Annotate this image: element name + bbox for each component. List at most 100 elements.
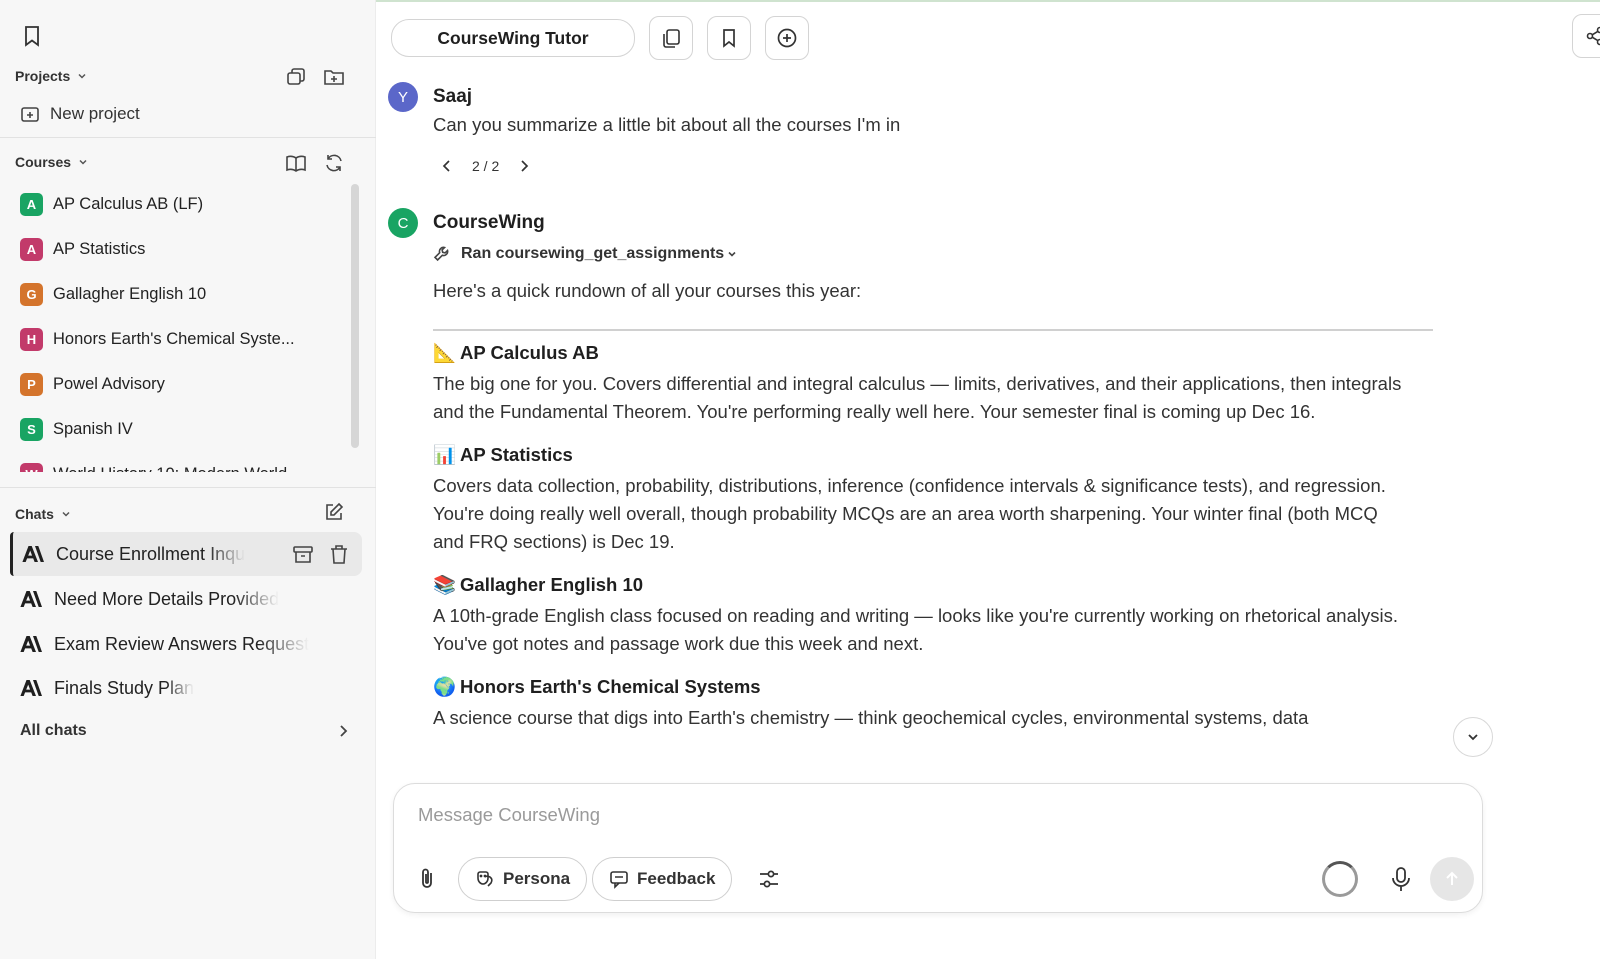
sidebar-course-item[interactable]: S Spanish IV — [0, 407, 350, 452]
chat-item[interactable]: Course Enrollment Inqu — [10, 532, 362, 576]
anthropic-logo-icon — [22, 546, 44, 562]
chevron-down-icon — [62, 511, 70, 517]
chat-label: Finals Study Plan — [54, 677, 195, 698]
scroll-to-bottom-button[interactable] — [1453, 717, 1493, 757]
share-icon — [1586, 26, 1600, 46]
share-button[interactable] — [1572, 14, 1600, 58]
course-name: AP Calculus AB (LF) — [53, 195, 204, 213]
ruler-emoji-icon: 📐 — [433, 342, 457, 363]
copy-files-icon[interactable] — [285, 66, 307, 88]
all-chats-link[interactable]: All chats — [20, 722, 350, 740]
all-chats-label: All chats — [20, 722, 87, 739]
projects-header[interactable]: Projects — [15, 68, 88, 84]
course-summary-body: Covers data collection, probability, dis… — [433, 475, 1386, 552]
divider — [0, 487, 376, 488]
chart-emoji-icon: 📊 — [433, 444, 457, 465]
course-name: World History 10: Modern World — [53, 465, 287, 472]
user-avatar: Y — [388, 82, 418, 112]
settings-sliders-icon[interactable] — [756, 866, 782, 892]
add-button[interactable] — [765, 16, 809, 60]
course-list: A AP Calculus AB (LF) A AP Statistics G Galla… — [0, 182, 350, 472]
course-summary-title: 📚 Gallagher English 10 — [433, 574, 1510, 596]
course-summary: 📊 AP Statistics Covers data collection, p… — [420, 444, 1510, 556]
course-badge: A — [20, 193, 43, 216]
persona-button[interactable]: Persona — [458, 857, 588, 901]
sidebar-course-item[interactable]: G Gallagher English 10 — [0, 272, 350, 317]
bookmark-icon — [723, 29, 735, 48]
course-summary: 🌍 Honors Earth's Chemical Systems A scien… — [420, 676, 1510, 732]
tutor-selector-button[interactable]: CourseWing Tutor — [391, 19, 635, 57]
wrench-icon — [433, 246, 449, 262]
anthropic-logo-icon — [20, 636, 42, 652]
tool-call-label: Ran coursewing_get_assignments — [461, 245, 725, 262]
sidebar-course-item[interactable]: W World History 10: Modern World — [0, 452, 350, 472]
pager-count: 2 / 2 — [472, 158, 500, 174]
sidebar-course-item[interactable]: P Powel Advisory — [0, 362, 350, 407]
course-title: AP Calculus AB — [460, 342, 599, 363]
chat-item[interactable]: Exam Review Answers Request — [10, 622, 362, 666]
course-name: Powel Advisory — [53, 375, 165, 393]
chevron-right-icon[interactable] — [517, 159, 531, 173]
arrow-up-icon — [1446, 871, 1458, 885]
plus-circle-icon — [777, 28, 797, 48]
trash-icon[interactable] — [328, 543, 350, 565]
assistant-content: 📐 AP Calculus AB The big one for you. Cov… — [420, 342, 1510, 780]
books-emoji-icon: 📚 — [433, 574, 457, 595]
course-summary: 📚 Gallagher English 10 A 10th-grade Engli… — [420, 574, 1510, 658]
chat-label: Course Enrollment Inqu — [56, 543, 246, 564]
paperclip-icon[interactable] — [414, 866, 440, 892]
chevron-down-icon — [728, 251, 736, 257]
message-composer: Persona Feedback — [393, 783, 1483, 913]
book-icon[interactable] — [285, 152, 307, 174]
microphone-icon[interactable] — [1386, 864, 1416, 894]
course-badge: G — [20, 283, 43, 306]
chevron-down-icon — [79, 159, 87, 165]
sidebar-course-item[interactable]: H Honors Earth's Chemical Syste... — [0, 317, 350, 362]
assistant-avatar-initial: C — [397, 214, 409, 232]
user-avatar-initial: Y — [397, 88, 408, 106]
globe-emoji-icon: 🌍 — [433, 676, 457, 697]
chat-item[interactable]: Need More Details Provided — [10, 577, 362, 621]
courses-label: Courses — [15, 154, 72, 170]
assistant-avatar: C — [388, 208, 418, 238]
course-summary: 📐 AP Calculus AB The big one for you. Cov… — [420, 342, 1510, 426]
archive-icon[interactable] — [292, 543, 314, 565]
bookmark-icon[interactable] — [20, 24, 44, 48]
anthropic-logo-icon — [20, 680, 42, 696]
course-badge: H — [20, 328, 43, 351]
tool-call-toggle[interactable]: Ran coursewing_get_assignments — [433, 245, 738, 263]
message-pager: 2 / 2 — [440, 158, 531, 174]
copy-button[interactable] — [649, 16, 693, 60]
tutor-label: CourseWing Tutor — [437, 27, 589, 48]
chat-label: Need More Details Provided — [54, 588, 280, 609]
loading-spinner-icon — [1322, 861, 1358, 897]
projects-label: Projects — [15, 68, 71, 84]
course-badge: S — [20, 418, 43, 441]
feedback-button[interactable]: Feedback — [592, 857, 733, 901]
copy-icon — [663, 29, 680, 48]
send-button[interactable] — [1430, 857, 1474, 901]
user-message: Can you summarize a little bit about all… — [433, 114, 901, 135]
message-input[interactable] — [418, 804, 1418, 826]
feedback-icon — [610, 871, 628, 889]
bookmark-button[interactable] — [707, 16, 751, 60]
course-name: Gallagher English 10 — [53, 285, 207, 303]
scrollbar[interactable] — [351, 184, 359, 448]
chevron-down-icon — [1468, 734, 1478, 741]
horizontal-rule — [433, 329, 1433, 331]
chevron-left-icon[interactable] — [440, 159, 454, 173]
sidebar-course-item[interactable]: A AP Calculus AB (LF) — [0, 182, 350, 227]
course-summary-title: 📐 AP Calculus AB — [433, 342, 1510, 364]
chat-item[interactable]: Finals Study Plan — [10, 666, 362, 710]
course-badge: A — [20, 238, 43, 261]
new-project-button[interactable]: New project — [20, 104, 140, 124]
new-folder-icon[interactable] — [323, 66, 345, 88]
sidebar-course-item[interactable]: A AP Statistics — [0, 227, 350, 272]
course-name: Spanish IV — [53, 420, 133, 438]
persona-label: Persona — [503, 869, 571, 888]
courses-header[interactable]: Courses — [15, 154, 89, 170]
new-chat-icon[interactable] — [323, 501, 345, 523]
chats-header[interactable]: Chats — [15, 506, 72, 522]
refresh-icon[interactable] — [323, 152, 345, 174]
course-name: Honors Earth's Chemical Syste... — [53, 330, 295, 348]
